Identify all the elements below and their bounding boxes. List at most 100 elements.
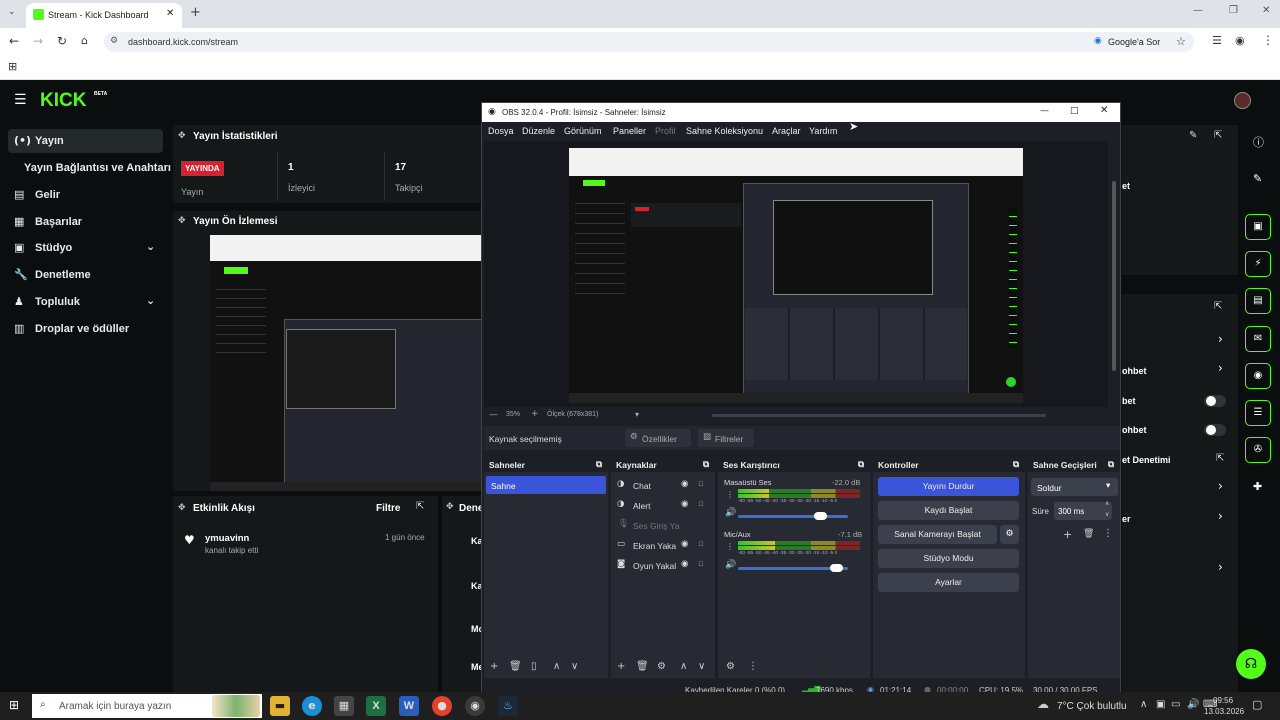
info-icon[interactable]: ⓘ	[1253, 134, 1264, 150]
word-icon[interactable]: W	[399, 696, 419, 716]
sidebar-item-stream-key[interactable]: Yayın Bağlantısı ve Anahtarı	[8, 156, 173, 180]
support-chat-icon[interactable]: ☊	[1236, 649, 1266, 679]
reload-icon[interactable]: ↻	[57, 34, 67, 48]
mixer-menu-icon[interactable]: ⋮	[748, 661, 758, 672]
sidebar-item-moderation[interactable]: 🔧 Denetleme	[8, 263, 163, 287]
lock-icon[interactable]: ▫	[698, 499, 704, 509]
popout-icon[interactable]: ⇱	[1214, 130, 1222, 141]
virtual-camera-settings-icon[interactable]: ⚙	[1000, 525, 1019, 544]
source-item-audio-input[interactable]: 🎙 Ses Giriş Ya	[615, 517, 707, 535]
visibility-eye-icon[interactable]: ◉	[681, 479, 688, 489]
properties-button[interactable]: ⚙ Özellikler	[625, 429, 691, 447]
windows-start-icon[interactable]: ⊞	[9, 698, 19, 712]
speaker-icon[interactable]: 🔊	[725, 508, 736, 518]
taskbar-search[interactable]: ⌕ Aramak için buraya yazın	[32, 694, 262, 718]
bookmark-star-icon[interactable]: ☆	[1176, 35, 1186, 48]
mixer-advanced-icon[interactable]: ⚙	[726, 661, 735, 672]
address-bar[interactable]: ⚙ dashboard.kick.com/stream ◉ Google'a S…	[104, 32, 1194, 52]
menu-file[interactable]: Dosya	[488, 126, 514, 136]
move-down-icon[interactable]: ∨	[698, 661, 705, 672]
scene-filters-icon[interactable]: ▯	[531, 661, 537, 672]
forward-icon[interactable]: →	[33, 34, 43, 48]
chevron-right-icon[interactable]: ›	[1218, 361, 1223, 375]
activity-username[interactable]: ymuavinn	[205, 533, 249, 544]
sidebar-item-studio[interactable]: ▣ Stüdyo ⌄	[8, 236, 163, 260]
hamburger-menu-icon[interactable]: ☰	[14, 92, 27, 108]
duration-input[interactable]: 300 ms	[1054, 502, 1112, 520]
start-virtual-camera-button[interactable]: Sanal Kamerayı Başlat	[878, 525, 997, 544]
pencil-icon[interactable]: ✎	[1253, 172, 1262, 185]
sidebar-item-income[interactable]: ▤ Gelir	[8, 183, 163, 207]
popout-icon[interactable]: ⇱	[1214, 301, 1222, 312]
volume-knob[interactable]	[813, 512, 827, 520]
site-info-icon[interactable]: ⚙	[110, 36, 118, 46]
edge-icon[interactable]: e	[302, 696, 322, 716]
lock-icon[interactable]: ▫	[698, 479, 704, 489]
studio-mode-button[interactable]: Stüdyo Modu	[878, 549, 1019, 568]
mic-volume-slider[interactable]	[738, 564, 848, 572]
dock-float-icon[interactable]: ⧉	[1013, 460, 1019, 470]
calculator-icon[interactable]: ▦	[334, 696, 354, 716]
popout-icon[interactable]: ⇱	[416, 501, 424, 512]
clock-time[interactable]: 09:56	[1213, 696, 1233, 705]
steam-icon[interactable]: ♨	[498, 696, 518, 716]
obs-preview-scrollbar[interactable]	[1112, 181, 1116, 371]
obs-close-icon[interactable]: ✕	[1100, 105, 1108, 116]
source-properties-icon[interactable]: ⚙	[657, 661, 666, 672]
weather-text[interactable]: 7°C Çok bulutlu	[1057, 701, 1127, 712]
reading-list-icon[interactable]: ☰	[1212, 34, 1222, 47]
add-action-icon[interactable]: ✚	[1253, 480, 1262, 493]
chevron-right-icon[interactable]: ›	[1218, 509, 1223, 523]
sidebar-item-drops[interactable]: ▥ Droplar ve ödüller	[8, 317, 163, 341]
chevron-right-icon[interactable]: ›	[1218, 479, 1223, 493]
dock-float-icon[interactable]: ⧉	[596, 460, 602, 470]
menu-edit[interactable]: Düzenle	[522, 126, 555, 136]
browser-menu-icon[interactable]: ⋮	[1262, 33, 1274, 47]
toggle-switch[interactable]	[1204, 395, 1226, 407]
network-icon[interactable]: ▭	[1171, 699, 1180, 710]
visibility-eye-icon[interactable]: ◉	[681, 499, 688, 509]
stats-drag-icon[interactable]: ✥	[178, 131, 186, 141]
remove-source-icon[interactable]: 🗑	[636, 661, 649, 672]
chevron-right-icon[interactable]: ›	[1218, 560, 1223, 574]
transition-menu-icon[interactable]: ⋮	[1103, 528, 1113, 539]
sidebar-item-stream[interactable]: (•) Yayın	[8, 129, 163, 153]
tray-app-icon[interactable]: ▣	[1156, 699, 1165, 710]
kick-logo[interactable]: KICK	[40, 90, 86, 112]
menu-scene-collection[interactable]: Sahne Koleksiyonu	[686, 126, 763, 136]
popout-icon[interactable]: ⇱	[1216, 453, 1224, 464]
channel-menu-icon[interactable]: ⋮	[726, 490, 734, 499]
desktop-volume-slider[interactable]	[738, 512, 848, 520]
profile-icon[interactable]: ◉	[1235, 34, 1245, 47]
move-up-icon[interactable]: ∧	[553, 661, 560, 672]
user-avatar[interactable]	[1234, 92, 1251, 109]
settings-button[interactable]: Ayarlar	[878, 573, 1019, 592]
dock-float-icon[interactable]: ⧉	[1108, 460, 1114, 470]
google-lens-button[interactable]: Google'a Sor	[1108, 37, 1160, 47]
chat-action-icon[interactable]: ✉	[1245, 326, 1271, 352]
chrome-icon[interactable]: ●	[432, 696, 452, 716]
clipboard-action-icon[interactable]: ▤	[1245, 288, 1271, 314]
sidebar-item-community[interactable]: ♟ Topluluk ⌄	[8, 290, 163, 314]
scene-item-selected[interactable]: Sahne	[486, 476, 606, 494]
source-item-display-capture[interactable]: ▭ Ekran Yaka ◉ ▫	[615, 537, 707, 555]
speaker-icon[interactable]: 🔊	[725, 560, 736, 570]
duration-down-icon[interactable]: ∨	[1105, 511, 1109, 518]
server-action-icon[interactable]: ☰	[1245, 400, 1271, 426]
activity-filter-button[interactable]: Filtre	[376, 503, 400, 514]
remove-scene-icon[interactable]: 🗑	[509, 661, 522, 672]
chevron-right-icon[interactable]: ›	[1218, 332, 1223, 346]
source-item-chat[interactable]: ◑ Chat ◉ ▫	[615, 477, 707, 495]
filters-button[interactable]: ▨ Filtreler	[698, 429, 754, 447]
file-explorer-icon[interactable]: ▬	[270, 696, 290, 716]
stream-preview-video[interactable]	[210, 235, 483, 491]
tray-chevron-icon[interactable]: ∧	[1140, 699, 1147, 710]
restore-window-icon[interactable]: ❐	[1229, 5, 1238, 16]
minimize-window-icon[interactable]: —	[1193, 5, 1203, 16]
source-item-alert[interactable]: ◑ Alert ◉ ▫	[615, 497, 707, 515]
lightning-action-icon[interactable]: ⚡	[1245, 251, 1271, 277]
duration-up-icon[interactable]: ∧	[1105, 500, 1109, 507]
dock-float-icon[interactable]: ⧉	[858, 460, 864, 470]
menu-docks[interactable]: Paneller	[613, 126, 646, 136]
move-down-icon[interactable]: ∨	[571, 661, 578, 672]
